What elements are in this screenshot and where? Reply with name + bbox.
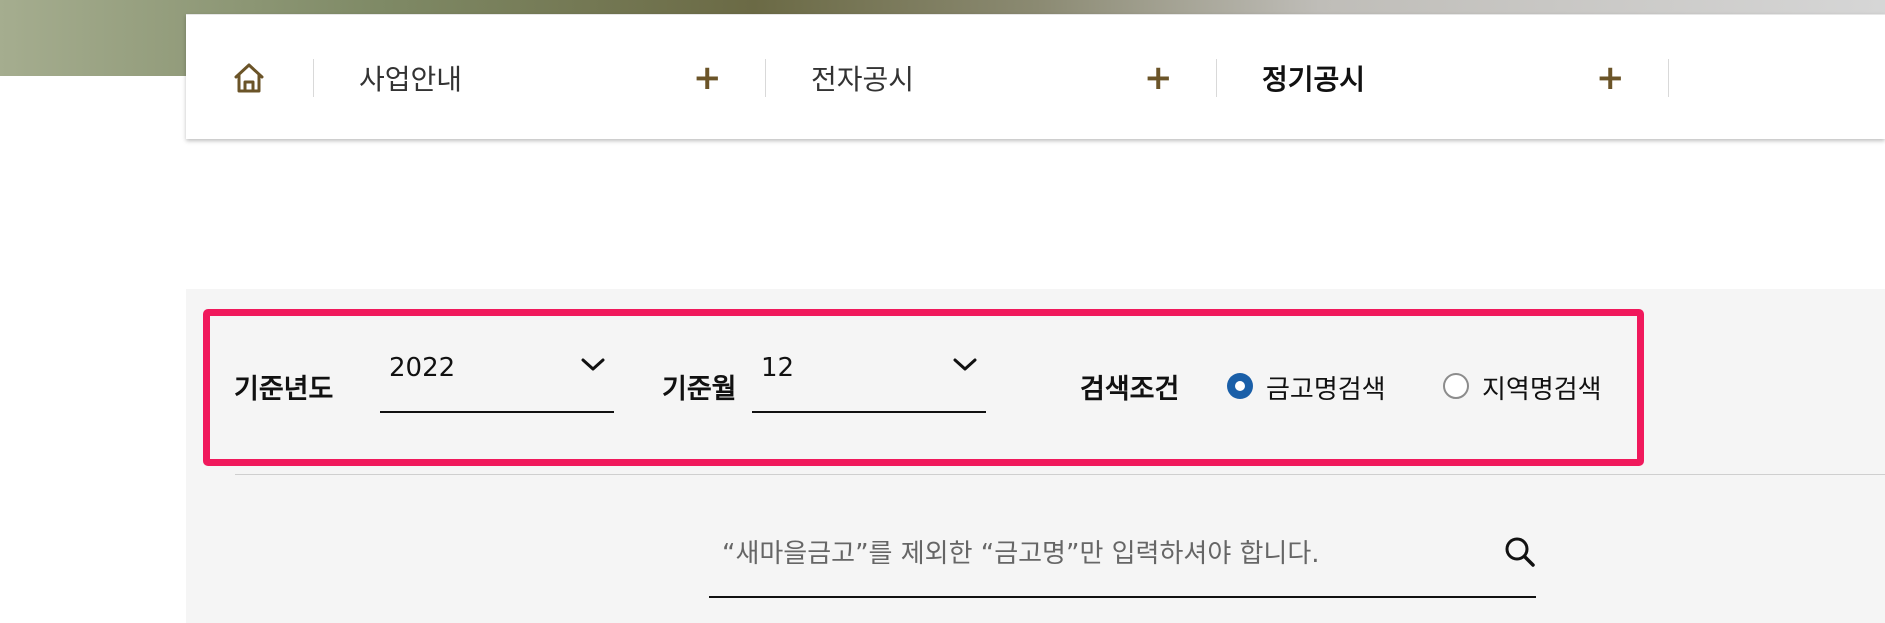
nav-divider [1216, 59, 1217, 97]
nav-expand-business[interactable]: + [693, 57, 722, 99]
panel-divider [235, 474, 1885, 475]
search-condition-label: 검색조건 [1080, 374, 1180, 405]
month-label: 기준월 [662, 374, 737, 405]
nav-item-business[interactable]: 사업안내 [359, 57, 462, 99]
chevron-down-icon[interactable] [580, 356, 606, 378]
breadcrumb-nav: 사업안내 + 전자공시 + 정기공시 + [186, 14, 1885, 139]
chevron-down-icon[interactable] [952, 356, 978, 378]
search-icon[interactable] [1502, 534, 1538, 570]
year-label: 기준년도 [234, 374, 334, 405]
nav-expand-disclosure[interactable]: + [1144, 57, 1173, 99]
year-select-underline [380, 411, 614, 413]
search-underline [709, 596, 1536, 598]
year-select[interactable]: 2022 [389, 353, 455, 383]
radio-region-name[interactable] [1443, 373, 1469, 399]
radio-region-name-label[interactable]: 지역명검색 [1482, 369, 1602, 406]
radio-bank-name[interactable] [1227, 373, 1253, 399]
nav-item-regular-disclosure[interactable]: 정기공시 [1262, 57, 1365, 99]
nav-expand-regular-disclosure[interactable]: + [1596, 57, 1625, 99]
search-input[interactable] [720, 533, 1484, 575]
month-select[interactable]: 12 [761, 353, 794, 383]
month-select-underline [752, 411, 986, 413]
nav-divider [1668, 59, 1669, 97]
home-icon[interactable] [231, 60, 267, 96]
highlight-box [203, 309, 1644, 466]
nav-divider [765, 59, 766, 97]
radio-bank-name-label[interactable]: 금고명검색 [1266, 369, 1386, 406]
nav-item-disclosure[interactable]: 전자공시 [811, 57, 914, 99]
nav-divider [313, 59, 314, 97]
